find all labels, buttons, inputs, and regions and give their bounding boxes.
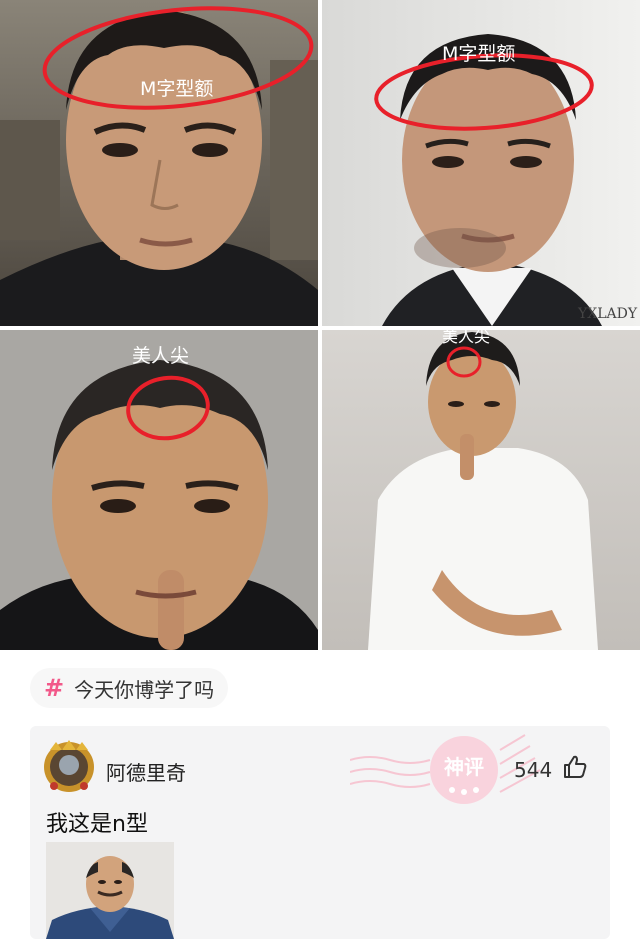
thumbs-up-icon[interactable] [562,754,588,780]
photo-top-left[interactable]: M字型额 [0,0,318,326]
annotation-label-bottom-right: 美人尖 [442,330,490,346]
hash-icon: # [44,674,65,702]
comment-image[interactable] [46,842,174,939]
photo-top-right[interactable]: M字型额 YXLADY [322,0,640,326]
comment-card: 阿德里奇 神评 544 我这是n型 [30,726,610,939]
annotation-label-top-right: M字型额 [442,43,515,65]
topic-tag[interactable]: # 今天你博学了吗 [30,668,229,708]
photo-bottom-left[interactable]: 美人尖 [0,330,318,650]
annotation-label-bottom-left: 美人尖 [132,345,189,367]
watermark: YXLADY [577,306,638,322]
annotation-label-top-left: M字型额 [140,78,213,100]
comment-username[interactable]: 阿德里奇 [106,757,186,786]
like-count: 544 [514,758,553,782]
image-grid: M字型额 M字型额 YXLADY 美人尖 美人尖 [0,0,640,652]
topic-tag-label: 今天你博学了吗 [74,677,215,702]
comment-text: 我这是n型 [46,812,148,837]
featured-badge-text: 神评 [444,755,484,779]
avatar[interactable] [42,740,96,794]
photo-bottom-right[interactable]: 美人尖 [322,330,640,650]
